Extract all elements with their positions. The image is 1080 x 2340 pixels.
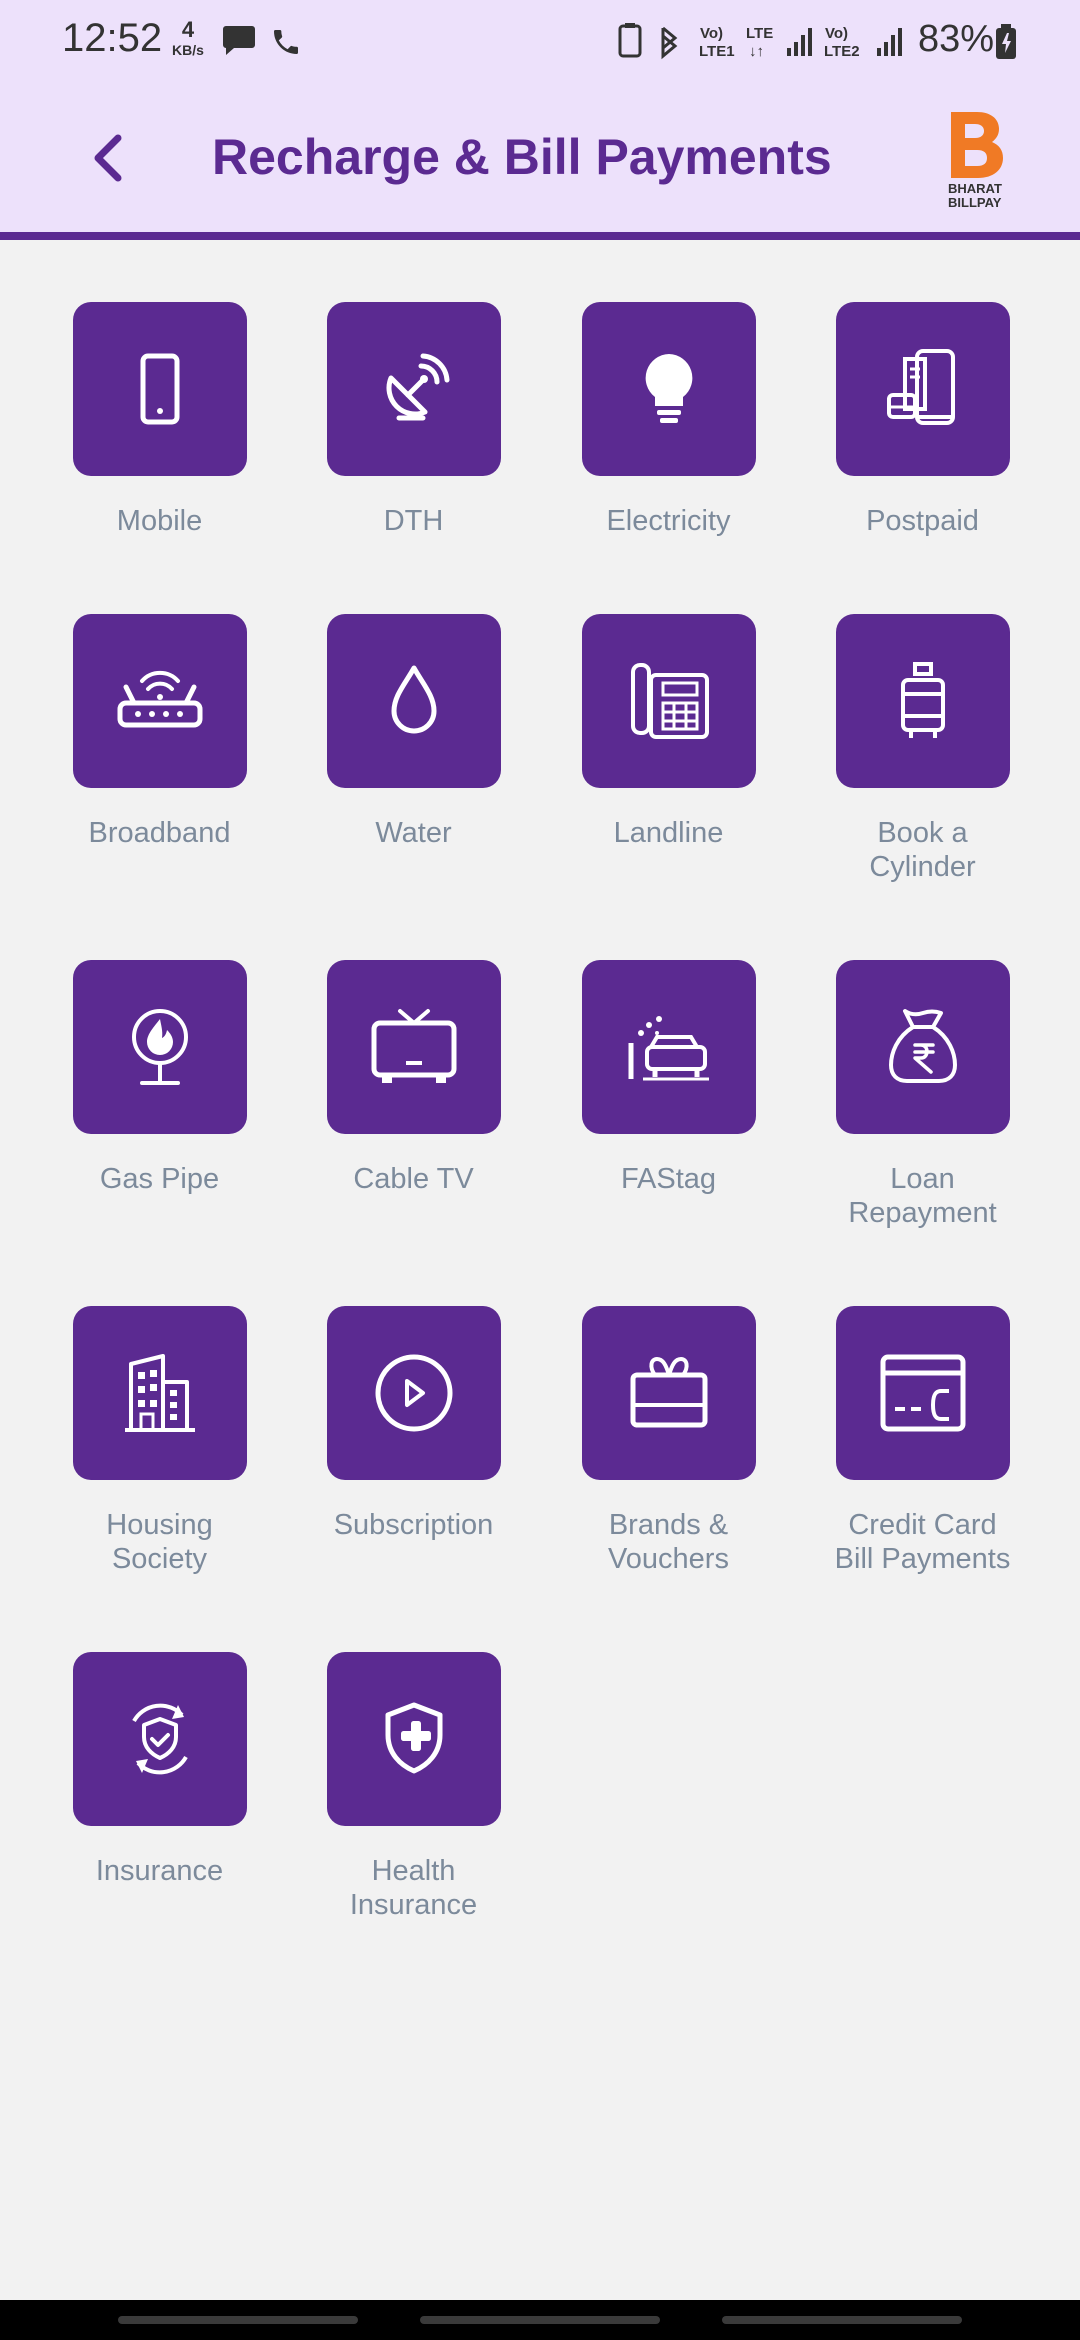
tile-icon-box [326,302,501,476]
health-shield-icon [385,1702,442,1774]
tile-insurance[interactable]: Insurance [32,1652,287,1888]
tv-icon [371,1009,456,1083]
svg-text:Vo): Vo) [700,25,723,42]
bulb-icon [645,354,692,423]
tile-icon-box [326,1652,501,1826]
tile-brands-vouchers[interactable]: Brands & Vouchers [541,1306,796,1576]
tile-label: Brands & Vouchers [608,1509,729,1575]
back-button[interactable] [82,120,152,200]
tile-label: Housing Society [106,1509,213,1575]
tile-icon-box [72,614,247,788]
tile-icon-box [581,960,756,1134]
tile-label: Book a Cylinder [869,817,976,883]
tile-label: Credit Card Bill Payments [834,1509,1011,1575]
tile-icon-box [835,1306,1010,1480]
status-icons: Vo) LTE1 LTE ↓↑ Vo) LTE2 [618,23,902,60]
phone-icon [274,30,298,54]
svg-text:↓↑: ↓↑ [749,43,764,60]
network-speed: 4 KB/s [172,17,204,59]
nav-back-pill[interactable] [722,2316,962,2324]
tile-label: Postpaid [866,505,979,537]
svg-text:LTE: LTE [746,25,773,42]
nav-recents-pill[interactable] [118,2316,358,2324]
tile-label: Water [375,817,452,849]
svg-text:LTE1: LTE1 [699,43,735,60]
tile-icon-box [72,1652,247,1826]
gas-flame-icon [131,1009,188,1085]
tile-postpaid[interactable]: Postpaid [795,302,1050,538]
tile-label: Landline [613,817,724,849]
tile-label: FAStag [620,1163,717,1195]
tile-health-insurance[interactable]: Health Insurance [286,1652,541,1922]
water-drop-icon [391,665,436,734]
play-icon [375,1354,452,1432]
insurance-shield-icon [131,1703,188,1775]
tile-label: DTH [383,505,444,537]
tile-icon-box [326,960,501,1134]
status-time: 12:52 [62,16,163,60]
tile-dth[interactable]: DTH [286,302,541,538]
battery-percent: 83% [918,18,995,60]
tile-credit-card-bill-payments[interactable]: Credit Card Bill Payments [795,1306,1050,1576]
page-title: Recharge & Bill Payments [212,129,832,185]
tile-label: Health Insurance [349,1855,478,1921]
money-bag-icon [888,1009,957,1083]
header-divider [0,232,1080,240]
tile-icon-box [835,960,1010,1134]
satellite-dish-icon [386,353,449,421]
gift-icon [630,1356,707,1428]
tile-gas-pipe[interactable]: Gas Pipe [32,960,287,1196]
tile-cable-tv[interactable]: Cable TV [286,960,541,1196]
tile-label: Gas Pipe [99,1163,220,1195]
landline-icon [630,663,709,739]
tile-landline[interactable]: Landline [541,614,796,850]
tile-electricity[interactable]: Electricity [541,302,796,538]
svg-text:LTE2: LTE2 [824,43,860,60]
battery-icon [996,24,1016,59]
tile-broadband[interactable]: Broadband [32,614,287,850]
tile-icon-box [72,960,247,1134]
gas-cylinder-icon [900,662,945,738]
back-arrow-icon [94,134,122,182]
status-bar: 12:52 4 KB/s Vo) LTE1 LTE ↓↑ Vo) LTE2 83% [0,0,1080,82]
tile-icon-box [835,302,1010,476]
tile-label: Insurance [95,1855,224,1887]
nav-home-pill[interactable] [420,2316,660,2324]
tile-icon-box [72,1306,247,1480]
tile-mobile[interactable]: Mobile [32,302,287,538]
svg-text:Vo): Vo) [825,25,848,42]
building-icon [124,1354,195,1432]
tile-label: Cable TV [353,1163,474,1195]
tile-icon-box [835,614,1010,788]
mobile-icon [140,353,179,425]
tile-housing-society[interactable]: Housing Society [32,1306,287,1576]
router-icon [117,670,202,728]
tile-book-a-cylinder[interactable]: Book a Cylinder [795,614,1050,884]
bharat-billpay-logo-text: BHARAT BILLPAY [948,181,1002,210]
tile-label: Subscription [333,1509,494,1541]
credit-card-icon [880,1354,965,1432]
postpaid-icon [886,349,955,425]
tile-label: Broadband [88,817,231,849]
tile-label: Mobile [116,505,203,537]
tile-loan-repayment[interactable]: Loan Repayment [795,960,1050,1230]
tile-icon-box [581,614,756,788]
tile-label: Electricity [606,505,731,537]
car-icon [628,1016,709,1081]
tile-icon-box [581,1306,756,1480]
tile-subscription[interactable]: Subscription [286,1306,541,1542]
tile-icon-box [326,1306,501,1480]
tile-fastag[interactable]: FAStag [541,960,796,1196]
tile-icon-box [326,614,501,788]
message-icon [223,26,255,55]
tile-icon-box [72,302,247,476]
tile-label: Loan Repayment [848,1163,997,1229]
tile-icon-box [581,302,756,476]
tile-water[interactable]: Water [286,614,541,850]
